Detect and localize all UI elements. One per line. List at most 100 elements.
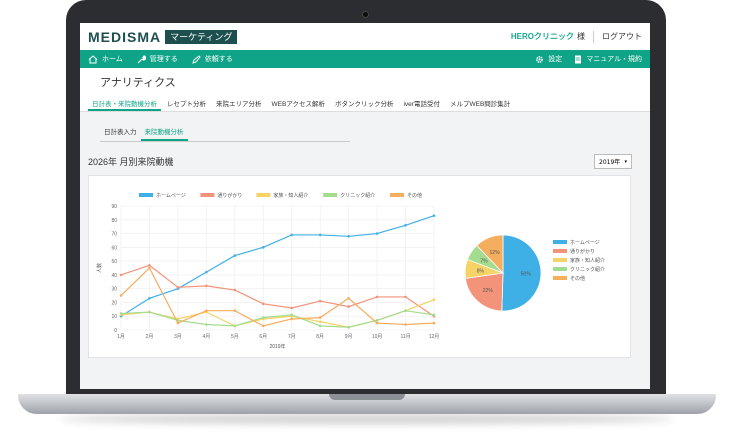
data-point	[375, 232, 379, 235]
pie-legend-swatch	[553, 267, 567, 271]
data-point	[233, 309, 237, 313]
y-tick-label: 90	[111, 204, 117, 210]
tab-web-access[interactable]: WEBアクセス解析	[268, 94, 329, 111]
data-point	[233, 288, 237, 292]
legend-swatch	[256, 193, 271, 197]
data-point	[318, 233, 322, 237]
data-point	[432, 313, 436, 317]
data-point	[290, 317, 294, 321]
home-icon	[88, 54, 98, 63]
nav-post-label: 依頼する	[204, 56, 233, 63]
tab-button-click[interactable]: ボタンクリック分析	[331, 94, 398, 111]
laptop-shadow	[60, 414, 674, 424]
chevron-down-icon: ▾	[624, 158, 627, 165]
data-point	[205, 270, 208, 274]
subtab-daily-input[interactable]: 日計表入力	[100, 124, 141, 141]
series-line	[120, 215, 435, 317]
nav-home-label: ホーム	[102, 56, 123, 63]
nav-home[interactable]: ホーム	[88, 54, 123, 64]
document-icon	[575, 55, 582, 63]
x-tick-label: 11月	[400, 334, 410, 340]
data-point	[176, 321, 180, 325]
nav-manage-label: 管理する	[149, 56, 178, 63]
line-chart: 01020304050607080901月 2月 3月 4月 5月 6月 7月 8月 9月 10月…	[96, 192, 439, 350]
tab-daily-visit-motive[interactable]: 日計表・来院動機分析	[88, 94, 161, 111]
x-tick-label: 3月	[174, 334, 182, 340]
pie-value-label: 7%	[480, 258, 488, 264]
year-select-value: 2019年	[599, 159, 621, 166]
main-nav: ホーム 管理する 依頼する 設定 マニュアル・規約	[80, 50, 650, 68]
data-point	[318, 316, 322, 319]
data-point	[347, 305, 350, 308]
pie-legend-swatch	[553, 249, 567, 253]
data-point	[205, 309, 208, 313]
data-point	[375, 321, 379, 325]
tab-receipt[interactable]: レセプト分析	[163, 94, 210, 111]
data-point	[404, 309, 407, 313]
nav-manual[interactable]: マニュアル・規約	[574, 54, 642, 64]
pie-legend-label: ホームページ	[570, 240, 600, 246]
analytics-tabs: 日計表・来院動機分析 レセプト分析 来院エリア分析 WEBアクセス解析 ボタンク…	[80, 94, 650, 112]
data-point	[290, 313, 294, 317]
data-point	[347, 297, 350, 300]
legend-label: クリニック紹介	[340, 192, 375, 199]
tab-web-questionnaire[interactable]: メルプWEB問診集計	[446, 94, 514, 111]
pie-value-label: 12%	[490, 250, 501, 256]
subtab-visit-motive[interactable]: 来院動機分析	[140, 124, 188, 141]
y-tick-label: 30	[111, 287, 117, 293]
data-point	[261, 324, 265, 328]
legend-label: その他	[407, 192, 422, 199]
y-tick-label: 40	[111, 273, 117, 279]
data-point	[318, 324, 322, 328]
chart-card: 0 10 20 30 40 50 60 70 80 90 1月 2月 3月 4月 5月 6月 7月 8月 9月 10月…	[88, 175, 631, 358]
nav-settings-label: 設定	[548, 56, 563, 63]
data-point	[261, 302, 265, 306]
x-tick-label: 1月	[117, 334, 125, 340]
tab-phone[interactable]: iver電話受付	[399, 94, 443, 111]
year-select[interactable]: 2019年 ▾	[594, 154, 632, 169]
data-point	[347, 325, 350, 329]
y-tick-label: 50	[111, 259, 117, 265]
data-point	[404, 295, 407, 299]
pie-value-label: 22%	[483, 288, 494, 294]
logout-link[interactable]: ログアウト	[602, 31, 642, 42]
x-tick-label: 6月	[259, 334, 267, 340]
page-title: アナリティクス	[80, 68, 650, 94]
data-point	[205, 323, 208, 326]
legend-swatch	[139, 193, 153, 197]
data-point	[432, 214, 436, 217]
data-point	[119, 294, 123, 297]
x-tick-label: 5月	[231, 334, 239, 340]
nav-post[interactable]: 依頼する	[192, 54, 233, 64]
y-axis-label: 人数	[96, 263, 103, 273]
data-point	[148, 263, 151, 267]
x-axis-label: 2019年	[269, 343, 285, 350]
data-point	[261, 316, 265, 319]
data-point	[261, 246, 265, 249]
data-point	[176, 285, 180, 289]
legend-swatch	[390, 193, 404, 197]
nav-settings[interactable]: 設定	[535, 54, 562, 64]
gear-icon	[536, 55, 544, 63]
app-logo[interactable]: MEDISMA	[88, 29, 161, 45]
nav-manage[interactable]: 管理する	[137, 54, 178, 64]
x-tick-label: 10月	[372, 334, 383, 340]
pie-value-label: 50%	[521, 271, 532, 277]
laptop-notch	[329, 394, 405, 400]
data-point	[318, 299, 322, 303]
tab-visit-area[interactable]: 来院エリア分析	[212, 94, 266, 111]
pie-legend-label: クリニック紹介	[570, 266, 605, 273]
data-point	[148, 297, 151, 300]
x-tick-label: 4月	[202, 334, 210, 340]
data-point	[205, 284, 208, 288]
data-point	[148, 310, 151, 314]
nav-right: 設定 マニュアル・規約	[523, 54, 642, 64]
pencil-icon	[192, 54, 201, 64]
y-tick-label: 80	[111, 218, 117, 224]
y-tick-label: 10	[111, 314, 117, 320]
data-point	[119, 273, 123, 277]
x-tick-label: 2月	[146, 334, 154, 340]
section-header: 2026年 月別来院動機 2019年 ▾	[88, 154, 632, 169]
data-point	[119, 312, 123, 315]
sub-tabs: 日計表入力 来院動機分析	[100, 124, 350, 142]
